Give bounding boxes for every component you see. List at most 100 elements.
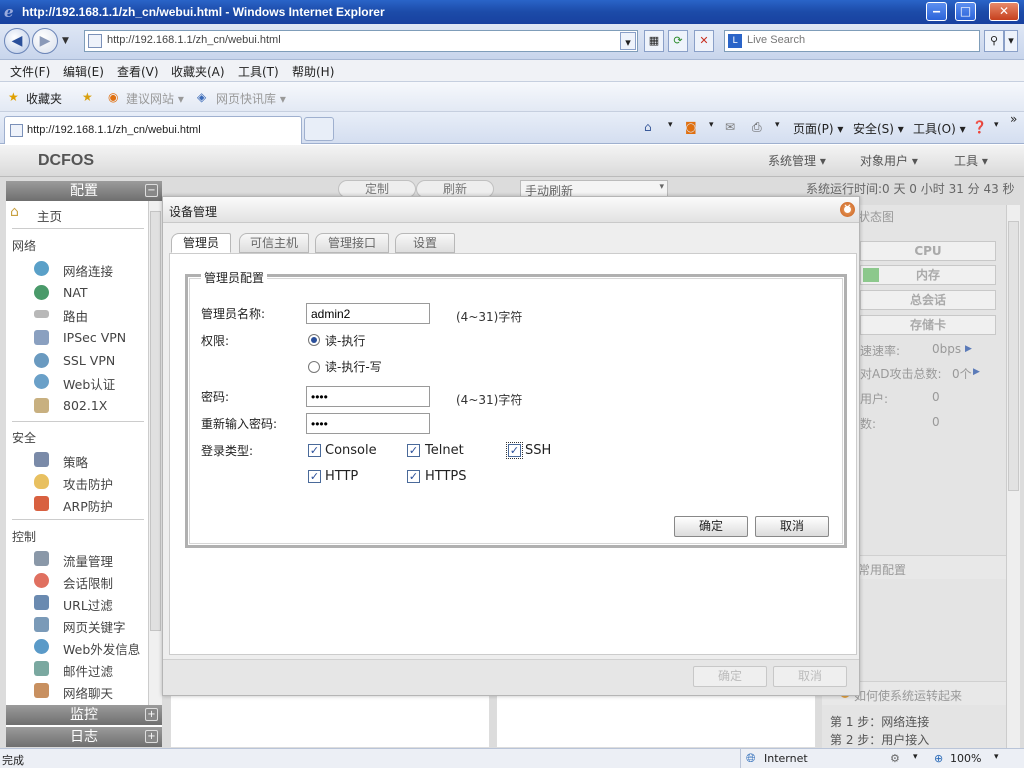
help-icon[interactable]: ❓ (972, 120, 987, 134)
sidebar-item-url-filter[interactable]: URL过滤 (6, 592, 146, 614)
ad-attack-value[interactable]: 0个 (952, 365, 972, 382)
search-input[interactable]: L Live Search (724, 30, 980, 52)
sidebar-item-8021x[interactable]: 802.1X (6, 395, 146, 417)
zoom-level[interactable]: 100% (950, 752, 981, 765)
tab-settings[interactable]: 设置 (395, 233, 455, 253)
new-tab-button[interactable] (304, 117, 334, 141)
address-dropdown-button[interactable]: ▾ (620, 32, 636, 50)
tab-trusted-hosts[interactable]: 可信主机 (239, 233, 309, 253)
footer-cancel-button[interactable]: 取消 (773, 666, 847, 687)
back-button[interactable]: ◀ (4, 28, 30, 54)
menu-help[interactable]: 帮助(H) (292, 63, 334, 80)
close-icon[interactable]: ✕ (840, 202, 855, 217)
sidebar-item-ipsec-vpn[interactable]: IPSec VPN (6, 327, 146, 349)
storage-button[interactable]: 存储卡 (860, 315, 996, 335)
page-scroll-thumb[interactable] (1008, 221, 1019, 491)
permission-rx-radio[interactable] (308, 334, 320, 346)
http-checkbox[interactable]: ✓ (308, 470, 321, 483)
suggested-sites-link[interactable]: 建议网站 ▾ (126, 90, 184, 107)
search-options-icon[interactable]: ▾ (1004, 30, 1018, 52)
menu-view[interactable]: 查看(V) (117, 63, 159, 80)
safety-menu[interactable]: 安全(S) ▾ (853, 120, 904, 137)
refresh-icon[interactable]: ⟳ (668, 30, 688, 52)
home-dropdown-icon[interactable]: ▾ (668, 120, 673, 130)
sidebar-log-header[interactable]: 日志 + (6, 727, 162, 747)
expand-icon[interactable]: + (145, 708, 158, 721)
sidebar-item-network-connection[interactable]: 网络连接 (6, 258, 146, 280)
print-dropdown-icon[interactable]: ▾ (775, 120, 780, 130)
menu-edit[interactable]: 编辑(E) (63, 63, 104, 80)
favorites-button[interactable]: 收藏夹 (26, 90, 62, 107)
sidebar-item-web-outbound[interactable]: Web外发信息 (6, 636, 146, 658)
top-menu-tools[interactable]: 工具 ▾ (954, 152, 988, 169)
sidebar-item-route[interactable]: 路由 (6, 303, 146, 325)
cpu-button[interactable]: CPU (860, 241, 996, 261)
menu-file[interactable]: 文件(F) (10, 63, 50, 80)
confirm-password-input[interactable] (306, 413, 430, 434)
sidebar-item-nat[interactable]: NAT (6, 282, 146, 304)
sidebar-item-keyword[interactable]: 网页关键字 (6, 614, 146, 636)
collapse-icon[interactable]: − (145, 184, 158, 197)
sidebar-monitor-header[interactable]: 监控 + (6, 705, 162, 725)
feeds-dropdown-icon[interactable]: ▾ (709, 120, 714, 130)
expand-icon[interactable]: + (145, 730, 158, 743)
sidebar-item-ssl-vpn[interactable]: SSL VPN (6, 350, 146, 372)
web-slice-gallery-link[interactable]: 网页快讯库 ▾ (216, 90, 286, 107)
compat-view-icon[interactable]: ▦ (644, 30, 664, 52)
maximize-button[interactable]: □ (955, 2, 976, 21)
sidebar-item-policy[interactable]: 策略 (6, 449, 146, 471)
arrow-right-icon[interactable]: ▶ (973, 367, 980, 377)
howto-step-1[interactable]: 第 1 步：网络连接 (830, 713, 929, 730)
https-checkbox[interactable]: ✓ (407, 470, 420, 483)
sidebar-item-session-limit[interactable]: 会话限制 (6, 570, 146, 592)
stop-icon[interactable]: ✕ (694, 30, 714, 52)
memory-button[interactable]: 内存 (860, 265, 996, 285)
sidebar-item-chat[interactable]: 网络聊天 (6, 680, 146, 700)
mail-icon[interactable]: ✉ (725, 120, 735, 134)
help-dropdown-icon[interactable]: ▾ (994, 120, 999, 130)
print-icon[interactable]: ⎙ (752, 120, 762, 135)
protected-mode-icon[interactable]: ⚙ (890, 752, 900, 765)
feeds-icon[interactable]: ◙ (685, 120, 697, 134)
sidebar-item-attack-defense[interactable]: 攻击防护 (6, 471, 146, 493)
menu-favorites[interactable]: 收藏夹(A) (171, 63, 225, 80)
ok-button[interactable]: 确定 (674, 516, 748, 537)
sidebar-config-header[interactable]: 配置 − (6, 181, 162, 201)
password-input[interactable] (306, 386, 430, 407)
zoom-icon[interactable]: ⊕ (934, 752, 943, 765)
tab-management-interface[interactable]: 管理接口 (315, 233, 389, 253)
telnet-checkbox[interactable]: ✓ (407, 444, 420, 457)
page-scrollbar[interactable] (1006, 205, 1020, 748)
zoom-dropdown-icon[interactable]: ▾ (994, 752, 999, 762)
top-menu-system[interactable]: 系统管理 ▾ (768, 152, 826, 169)
sidebar-item-web-auth[interactable]: Web认证 (6, 371, 146, 393)
sidebar-item-mail-filter[interactable]: 邮件过滤 (6, 658, 146, 680)
ssh-checkbox[interactable]: ✓ (506, 442, 523, 459)
console-checkbox[interactable]: ✓ (308, 444, 321, 457)
add-favorite-icon[interactable]: ★ (82, 90, 93, 104)
sidebar-item-traffic[interactable]: 流量管理 (6, 548, 146, 570)
protected-mode-dropdown-icon[interactable]: ▾ (913, 752, 918, 762)
sidebar-item-arp-defense[interactable]: ARP防护 (6, 493, 146, 515)
arrow-right-icon[interactable]: ▶ (965, 344, 972, 354)
admin-name-input[interactable] (306, 303, 430, 324)
howto-step-2[interactable]: 第 2 步：用户接入 (830, 731, 929, 748)
more-commands-button[interactable]: » (1010, 112, 1017, 126)
search-icon[interactable]: ⚲ (984, 30, 1004, 52)
permission-rxw-radio[interactable] (308, 361, 320, 373)
address-input[interactable]: http://192.168.1.1/zh_cn/webui.html (84, 30, 638, 52)
forward-button[interactable]: ▶ (32, 28, 58, 54)
sessions-button[interactable]: 总会话 (860, 290, 996, 310)
sidebar-scroll-thumb[interactable] (150, 211, 161, 631)
sidebar-scrollbar[interactable] (148, 201, 162, 709)
history-dropdown-icon[interactable]: ▼ (62, 36, 69, 46)
close-window-button[interactable]: ✕ (989, 2, 1019, 21)
rate-value[interactable]: 0bps (932, 342, 961, 356)
browser-tab[interactable]: http://192.168.1.1/zh_cn/webui.html (4, 116, 302, 144)
minimize-button[interactable]: ‒ (926, 2, 947, 21)
menu-tools[interactable]: 工具(T) (238, 63, 279, 80)
tools-menu[interactable]: 工具(O) ▾ (913, 120, 966, 137)
tab-administrator[interactable]: 管理员 (171, 233, 231, 253)
cancel-button[interactable]: 取消 (755, 516, 829, 537)
sidebar-item-home[interactable]: ⌂ 主页 (6, 203, 146, 225)
